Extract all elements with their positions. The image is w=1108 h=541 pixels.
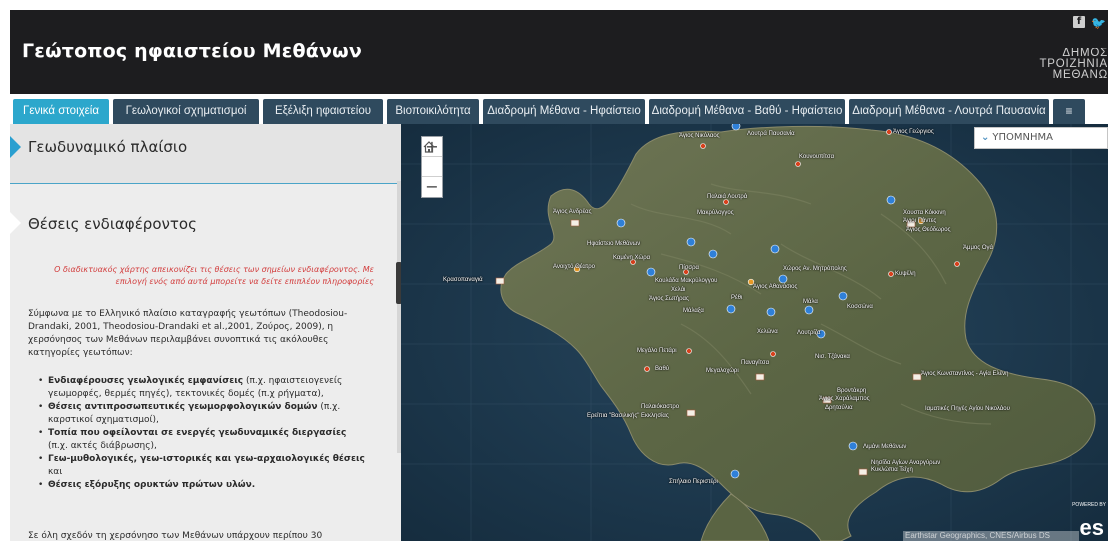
chevron-down-icon: ⌄ [981,132,990,143]
map-label[interactable]: Άγιος Κωνσταντίνος - Αγία Ελένη [921,371,1009,377]
map-label[interactable]: Χελάι [671,287,685,293]
list-item-bold: Θέσεις εξόρυξης ορυκτών πρώτων υλών. [48,480,256,490]
home-icon[interactable] [422,141,442,177]
map-canvas [401,124,1108,541]
page-title: Γεώτοπος ηφαιστείου Μεθάνων [22,40,362,62]
list-item-bold: Τοπία που οφείλονται σε ενεργές γεωδυναμ… [48,428,347,438]
municipality-logo[interactable]: ΔΗΜΟΣ ΤΡΟΙΖΗΝΙΑ ΜΕΘΑΝΩ [1038,48,1108,81]
tab-general-info[interactable]: Γενικά στοιχεία [13,99,109,124]
list-item: Τοπία που οφείλονται σε ενεργές γεωδυναμ… [38,427,368,452]
app-header: Γεώτοπος ηφαιστείου Μεθάνων f 🐦 ΔΗΜΟΣ ΤΡ… [10,10,1108,94]
home-icon-graphic [423,141,435,153]
menu-icon[interactable]: ≡ [1053,99,1085,124]
map-label[interactable]: Παναγίτσα [741,360,769,366]
map-label[interactable]: Άγιος Ανδρέας [553,209,591,215]
map-label[interactable]: Νησίδα Αγίων Αναργύρων [871,460,940,466]
map-label[interactable]: Άγιος Σωτήρας [649,296,689,302]
tab-volcano-evolution[interactable]: Εξέλιξη ηφαιστείου [263,99,383,124]
tab-geological-formations[interactable]: Γεωλογικοί σχηματισμοί [113,99,259,124]
body-paragraph: Σύμφωνα με το Ελληνικό πλαίσιο καταγραφή… [28,309,348,358]
map-label[interactable]: Νισ. Τζάνακα [815,354,850,360]
zoom-out-button[interactable]: − [422,177,442,197]
map-label[interactable]: Χελώνα [757,329,778,335]
map-label[interactable]: Μεγάλο Πετάρι [637,348,677,354]
list-item-text: (π.χ. ακτές διάβρωσης), [48,440,157,451]
map-label[interactable]: Καμένη Χώρα [613,255,650,261]
map-label[interactable]: Μάλα [803,299,818,305]
tab-route-methana-loutra[interactable]: Διαδρομή Μέθανα - Λουτρά Παυσανία [849,99,1049,124]
legend-label: ΥΠΟΜΝΗΜΑ [992,132,1053,143]
map-label[interactable]: Άγιοι Πάντες [903,218,936,224]
map-label[interactable]: Άγιος Θεόδωρος [906,227,950,233]
map-label[interactable]: Ερείπια "Βασιλικής" Εκκλησίας [587,413,669,419]
map-label[interactable]: Κουλάδα Μακρύλογγου [655,278,717,284]
tab-route-methana-vathy-volcano[interactable]: Διαδρομή Μέθανα - Βαθύ - Ηφαίστειο [649,99,845,124]
map-view[interactable]: Άγιος Νικόλαος Λουτρά Παυσανία Άγιος Γεώ… [401,124,1108,541]
map-label[interactable]: Λιμάνι Μεθάνων [863,444,906,450]
map-label[interactable]: Κουνουπίτσα [799,154,834,160]
list-item: Γεω-μυθολογικές, γεω-ιστορικές και γεω-α… [38,453,368,478]
tab-bar: Γενικά στοιχεία Γεωλογικοί σχηματισμοί Ε… [10,94,1108,124]
map-label[interactable]: Βροντάκρη [837,388,866,394]
tab-route-methana-volcano[interactable]: Διαδρομή Μέθανα - Ηφαίστειο [483,99,645,124]
section-arrow-icon [10,136,21,158]
social-links: f 🐦 [1073,16,1106,30]
footer-paragraph: Σε όλη σχεδόν τη χερσόνησο των Μεθάνων υ… [28,531,323,541]
map-label[interactable]: Μάλαξα [683,308,704,314]
map-label[interactable]: Άγιος Αθανάσιος [753,284,797,290]
geotope-categories-list: Ενδιαφέρουσες γεωλογικές εμφανίσεις (π.χ… [38,375,368,493]
map-label[interactable]: Σπήλαιο Περιστέρι [669,479,718,485]
map-label[interactable]: Άγιος Χαράλαμπος [819,396,870,402]
map-label[interactable]: Κυκλώπια Τείχη [871,467,913,473]
map-label[interactable]: Άγιος Γεώργιος [893,129,934,135]
map-label[interactable]: Ηφαίστειο Μεθάνων [587,241,640,247]
list-item-bold: Θέσεις αντιπροσωπευτικές γεωμορφολογικών… [48,402,318,412]
legend-toggle[interactable]: ⌄ ΥΠΟΜΝΗΜΑ [974,127,1108,149]
section-notch-icon [10,212,21,234]
map-intro-note: Ο διαδικτυακός χάρτης απεικονίζει τις θέ… [54,265,374,286]
map-label[interactable]: Πίσσρα [679,265,699,271]
map-label[interactable]: Χώρος Αν. Μητρόπολης [783,266,847,272]
map-label[interactable]: Μακρύλογγος [697,210,734,216]
twitter-icon[interactable]: 🐦 [1091,16,1106,30]
section-geodynamic-header[interactable]: Γεωδυναμικό πλαίσιο [10,124,401,184]
map-label[interactable]: Κρασοπαναγιά [443,277,483,283]
list-item: Θέσεις εξόρυξης ορυκτών πρώτων υλών. [38,479,368,492]
map-label[interactable]: Ιαματικές Πηγές Αγίου Νικολάου [925,406,1010,412]
powered-by-label: POWERED BY [1072,502,1106,508]
list-item: Ενδιαφέρουσες γεωλογικές εμφανίσεις (π.χ… [38,375,368,400]
map-label[interactable]: Ρέθι [731,295,742,301]
map-label[interactable]: Άγιος Νικόλαος [679,133,720,139]
map-label[interactable]: Λουτρίζα [797,330,820,336]
esri-logo[interactable]: es [1080,516,1104,540]
map-label[interactable]: Μεγαλοχώρι [706,368,739,374]
tab-biodiversity[interactable]: Βιοποικιλότητα [387,99,479,124]
list-item: Θέσεις αντιπροσωπευτικές γεωμορφολογικών… [38,401,368,426]
map-label[interactable]: Άμμος Ογά [963,245,993,251]
map-label[interactable]: Δρηταύλια [825,405,853,411]
list-item-text: και [48,466,63,477]
map-label[interactable]: Κοσσώνα [847,304,873,310]
list-item-bold: Ενδιαφέρουσες γεωλογικές εμφανίσεις [48,376,244,386]
zoom-control: + − [421,136,443,198]
facebook-icon[interactable]: f [1073,16,1086,28]
logo-line-3: ΜΕΘΑΝΩ [1052,69,1108,81]
map-label[interactable]: Βαθύ [655,366,669,372]
map-label[interactable]: Ανοιχτό Θέατρο [553,264,595,270]
map-label[interactable]: Λουτρά Παυσανία [747,131,795,137]
map-label[interactable]: Χουστα Κόκκινη [903,210,946,216]
side-panel: Γεωδυναμικό πλαίσιο Θέσεις ενδιαφέροντος… [10,124,401,541]
map-attribution: Earthstar Geographics, CNES/Airbus DS [903,531,1079,541]
map-label[interactable]: Κυψέλη [895,271,916,277]
map-label[interactable]: Παλαιόκαστρο [641,404,679,410]
section-points-title: Θέσεις ενδιαφέροντος [28,215,197,233]
list-item-bold: Γεω-μυθολογικές, γεω-ιστορικές και γεω-α… [48,454,365,464]
map-label[interactable]: Παλαιά Λουτρά [707,194,747,200]
section-geodynamic-title: Γεωδυναμικό πλαίσιο [28,138,188,156]
